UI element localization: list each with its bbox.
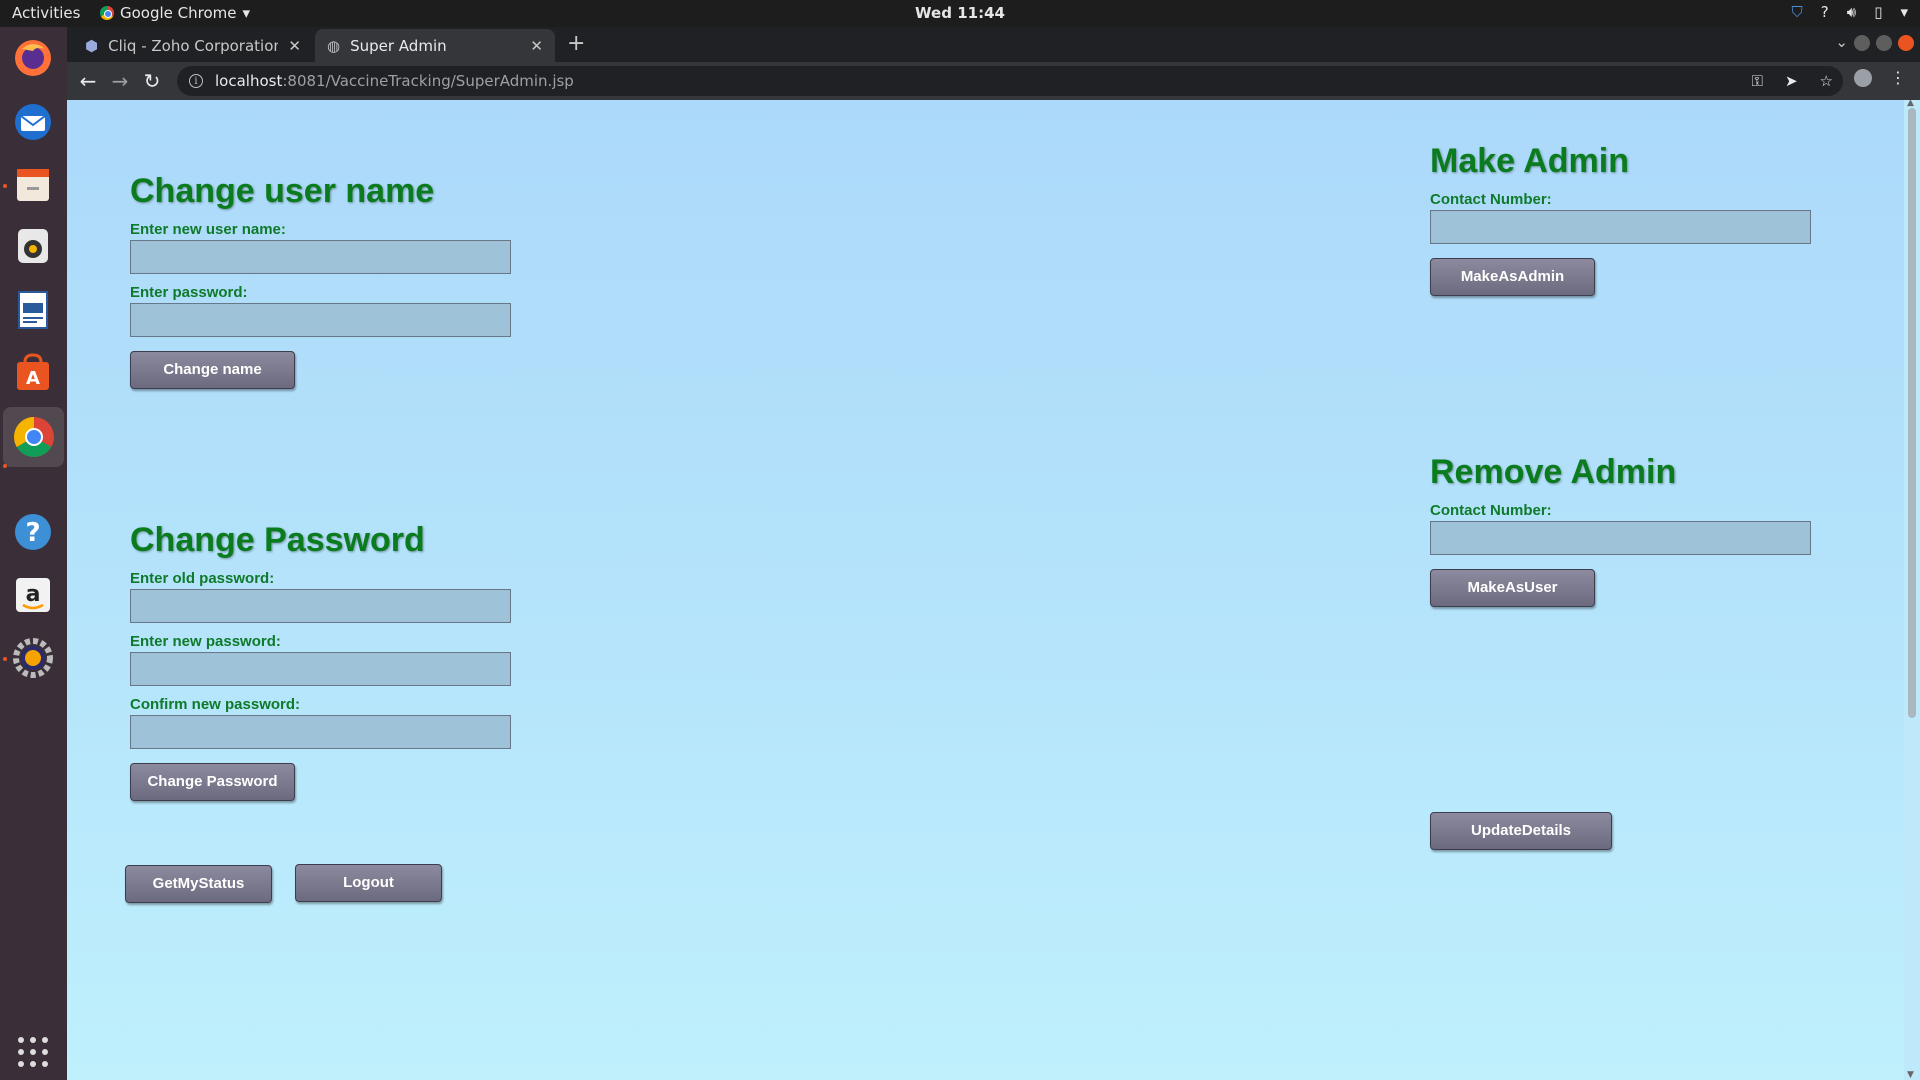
logout-button[interactable]: Logout: [295, 864, 442, 902]
new-user-name-input[interactable]: [130, 240, 511, 274]
section-title: Change user name: [130, 172, 435, 210]
section-title: Make Admin: [1430, 142, 1630, 180]
close-window-button[interactable]: [1898, 35, 1914, 51]
browser-toolbar: ← → ↻ i localhost:8081/VaccineTracking/S…: [67, 62, 1920, 100]
battery-icon[interactable]: ▯: [1874, 3, 1882, 21]
close-icon[interactable]: ✕: [530, 37, 543, 55]
tab-search-chevron-icon[interactable]: ⌄: [1835, 33, 1848, 51]
ubuntu-dock: A ? a: [0, 27, 67, 1080]
system-tray[interactable]: ⛉ ? 🔊︎ ▯ ▾: [1792, 3, 1908, 21]
new-tab-button[interactable]: +: [567, 31, 585, 56]
app-grid-icon[interactable]: [10, 1029, 56, 1075]
clock[interactable]: Wed 11:44: [0, 4, 1920, 22]
close-icon[interactable]: ✕: [288, 37, 301, 55]
update-details-button[interactable]: UpdateDetails: [1430, 812, 1612, 850]
address-bar[interactable]: i localhost:8081/VaccineTracking/SuperAd…: [177, 66, 1843, 96]
menu-icon[interactable]: ⋮: [1890, 68, 1906, 87]
chevron-down-icon[interactable]: ▾: [1900, 3, 1908, 21]
send-icon[interactable]: ➤: [1785, 72, 1798, 90]
svg-text:?: ?: [25, 518, 40, 548]
profile-avatar-icon[interactable]: [1854, 68, 1872, 87]
tab-title: Cliq - Zoho Corporation P: [108, 36, 279, 55]
running-indicator: [3, 184, 7, 188]
svg-text:a: a: [26, 582, 41, 607]
make-as-admin-button[interactable]: MakeAsAdmin: [1430, 258, 1595, 296]
key-icon[interactable]: ⚿: [1752, 72, 1763, 90]
chrome-icon[interactable]: [3, 407, 64, 467]
scrollbar-thumb[interactable]: [1908, 108, 1916, 718]
password-input[interactable]: [130, 303, 511, 337]
help-icon[interactable]: ?: [1821, 3, 1829, 21]
help-icon[interactable]: ?: [10, 509, 56, 555]
software-center-icon[interactable]: A: [10, 350, 56, 396]
rhythmbox-icon[interactable]: [10, 223, 56, 269]
writer-icon[interactable]: [10, 287, 56, 333]
reload-button[interactable]: ↻: [139, 68, 165, 94]
minimize-button[interactable]: [1854, 35, 1870, 51]
url-host: localhost: [215, 72, 283, 90]
thunderbird-icon[interactable]: [10, 99, 56, 145]
field-label: Contact Number:: [1430, 191, 1552, 208]
scroll-down-icon[interactable]: ▼: [1907, 1070, 1914, 1080]
field-label: Enter old password:: [130, 570, 275, 587]
change-password-button[interactable]: Change Password: [130, 763, 295, 801]
eclipse-javaee-icon[interactable]: [10, 635, 56, 681]
page-content: Change user name Enter new user name: En…: [67, 100, 1920, 1080]
make-admin-form: Make Admin Contact Number: MakeAsAdmin: [1430, 142, 1811, 296]
get-my-status-button[interactable]: GetMyStatus: [125, 865, 272, 903]
omnibox-actions: ⚿ ➤ ☆: [1752, 66, 1833, 96]
forward-button[interactable]: →: [107, 68, 133, 94]
maximize-button[interactable]: [1876, 35, 1892, 51]
running-indicator: [3, 464, 7, 468]
new-password-input[interactable]: [130, 652, 511, 686]
field-label: Enter new password:: [130, 633, 281, 650]
field-label: Enter new user name:: [130, 221, 286, 238]
info-icon[interactable]: i: [189, 74, 203, 88]
shield-icon[interactable]: ⛉: [1792, 3, 1803, 21]
files-icon[interactable]: [10, 161, 56, 207]
page-scrollbar[interactable]: ▲ ▼: [1904, 100, 1920, 1080]
tab-strip: ⬢ Cliq - Zoho Corporation P ✕ ◍ Super Ad…: [67, 27, 1920, 62]
back-button[interactable]: ←: [75, 68, 101, 94]
cube-icon: ⬢: [85, 36, 99, 55]
scroll-up-icon[interactable]: ▲: [1907, 100, 1914, 108]
window-controls: [1854, 35, 1914, 51]
section-title: Remove Admin: [1430, 453, 1677, 491]
url-text[interactable]: localhost:8081/VaccineTracking/SuperAdmi…: [215, 72, 574, 90]
firefox-icon[interactable]: [10, 35, 56, 81]
make-admin-contact-input[interactable]: [1430, 210, 1811, 244]
remove-admin-form: Remove Admin Contact Number: MakeAsUser: [1430, 453, 1811, 607]
change-password-form: Change Password Enter old password: Ente…: [130, 521, 511, 801]
confirm-password-input[interactable]: [130, 715, 511, 749]
url-path: :8081/VaccineTracking/SuperAdmin.jsp: [282, 72, 574, 90]
running-indicator: [3, 657, 7, 661]
change-name-button[interactable]: Change name: [130, 351, 295, 389]
make-as-user-button[interactable]: MakeAsUser: [1430, 569, 1595, 607]
tab-super-admin[interactable]: ◍ Super Admin ✕: [315, 29, 555, 62]
field-label: Confirm new password:: [130, 696, 301, 713]
star-icon[interactable]: ☆: [1820, 72, 1833, 90]
globe-icon: ◍: [327, 36, 341, 55]
volume-icon[interactable]: 🔊︎: [1847, 3, 1856, 21]
field-label: Contact Number:: [1430, 502, 1552, 519]
system-top-bar: Activities Google Chrome ▾ Wed 11:44 ⛉ ?…: [0, 0, 1920, 27]
toolbar-right: ⋮: [1854, 68, 1906, 87]
remove-admin-contact-input[interactable]: [1430, 521, 1811, 555]
change-user-name-form: Change user name Enter new user name: En…: [130, 172, 511, 389]
amazon-icon[interactable]: a: [10, 572, 56, 618]
svg-text:A: A: [26, 368, 40, 389]
tab-cliq[interactable]: ⬢ Cliq - Zoho Corporation P ✕: [73, 29, 313, 62]
tab-title: Super Admin: [350, 36, 447, 55]
section-title: Change Password: [130, 521, 425, 559]
old-password-input[interactable]: [130, 589, 511, 623]
field-label: Enter password:: [130, 284, 248, 301]
